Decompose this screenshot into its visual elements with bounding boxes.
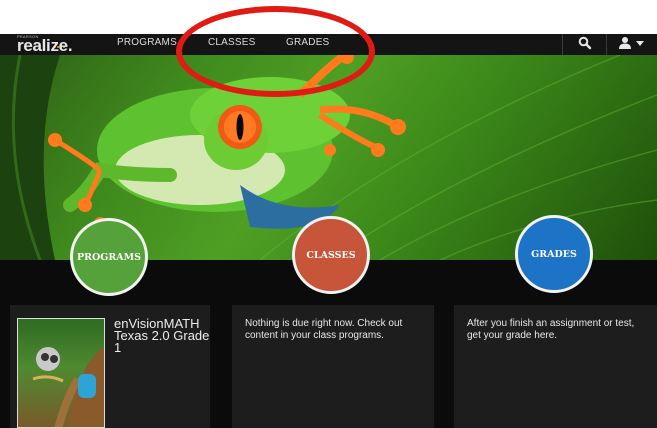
nav-divider — [562, 34, 563, 55]
nav-programs[interactable]: PROGRAMS — [117, 34, 177, 55]
program-title[interactable]: enVisionMATH Texas 2.0 Grade 1 — [114, 317, 210, 354]
nav-divider — [606, 34, 607, 55]
grades-circle-button[interactable]: GRADES — [515, 215, 593, 293]
highlight-annotation — [176, 6, 375, 97]
user-icon — [619, 37, 631, 49]
program-cover-art — [32, 347, 104, 427]
chevron-down-icon — [636, 41, 644, 46]
search-button[interactable] — [574, 34, 596, 55]
grades-message: After you finish an assignment or test, … — [467, 318, 635, 341]
user-menu-button[interactable] — [615, 34, 649, 55]
search-icon — [578, 36, 592, 50]
classes-circle-button[interactable]: CLASSES — [292, 216, 370, 294]
program-cover-image[interactable] — [17, 318, 105, 428]
programs-circle-button[interactable]: PROGRAMS — [70, 218, 148, 296]
classes-message: Nothing is due right now. Check out cont… — [245, 318, 403, 341]
logo-name: realize. — [17, 36, 73, 55]
